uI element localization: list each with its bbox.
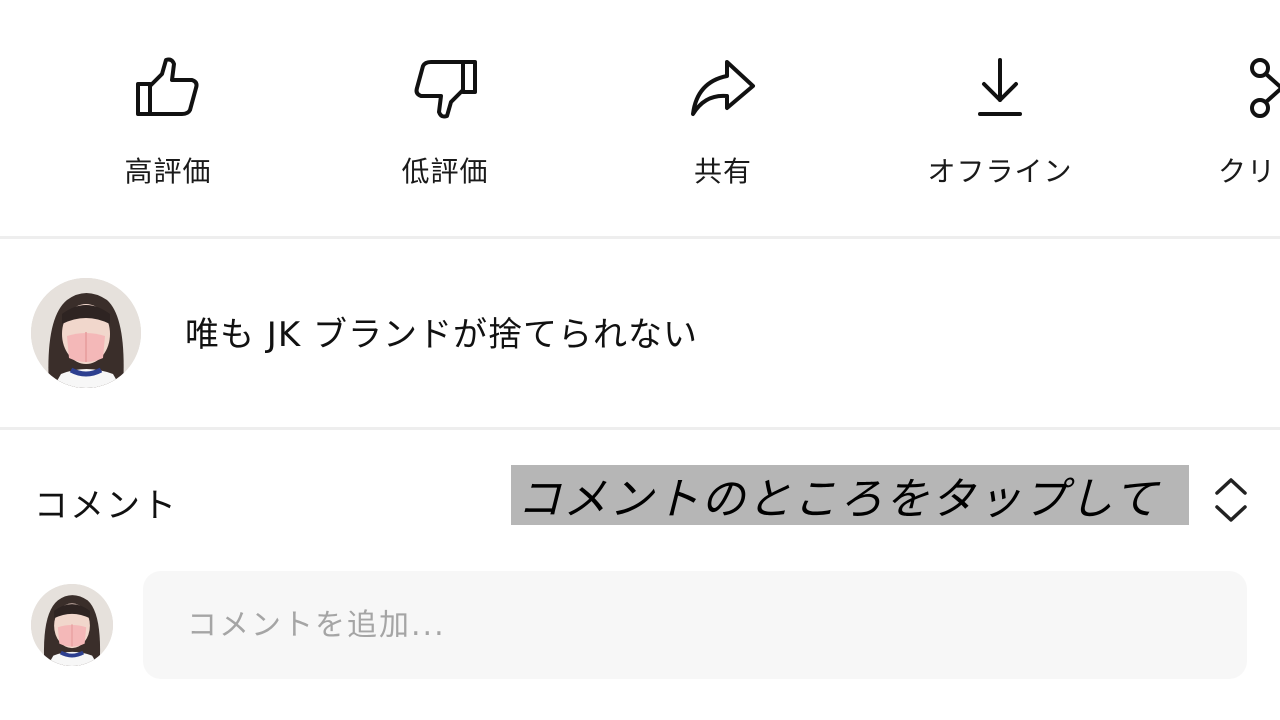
- comments-label: コメント: [34, 486, 178, 526]
- add-comment-input[interactable]: [143, 571, 1247, 679]
- like-label: 高評価: [124, 155, 212, 188]
- download-icon: [960, 48, 1040, 128]
- dislike-label: 低評価: [401, 155, 489, 188]
- share-label: 共有: [693, 155, 752, 188]
- channel-avatar[interactable]: [31, 278, 141, 388]
- caption-overlay: コメントのところをタップして: [511, 465, 1189, 525]
- clip-button[interactable]: クリ: [1168, 48, 1280, 198]
- chevron-up-down-icon[interactable]: [1211, 475, 1251, 525]
- share-button[interactable]: 共有: [628, 48, 818, 198]
- thumbs-down-icon: [405, 48, 485, 128]
- clip-label: クリ: [1218, 155, 1277, 188]
- video-action-bar: 高評価 低評価 共有 オフライン クリ: [0, 0, 1280, 236]
- like-button[interactable]: 高評価: [73, 48, 263, 198]
- scissors-icon: [1246, 48, 1280, 128]
- comments-header[interactable]: コメント コメントのところをタップして: [0, 430, 1280, 560]
- channel-row[interactable]: 唯も JK ブランドが捨てられない: [0, 239, 1280, 427]
- channel-title[interactable]: 唯も JK ブランドが捨てられない: [185, 307, 698, 356]
- caption-text: コメントのところをタップして: [517, 474, 1160, 525]
- video-detail-page: 高評価 低評価 共有 オフライン クリ 唯も JK ブランドが捨てられない コメ…: [0, 0, 1280, 720]
- add-comment-row: [0, 560, 1280, 720]
- download-label: オフライン: [927, 155, 1073, 188]
- thumbs-up-icon: [128, 48, 208, 128]
- user-avatar: [31, 584, 113, 666]
- download-button[interactable]: オフライン: [905, 48, 1095, 198]
- share-arrow-icon: [683, 48, 763, 128]
- dislike-button[interactable]: 低評価: [350, 48, 540, 198]
